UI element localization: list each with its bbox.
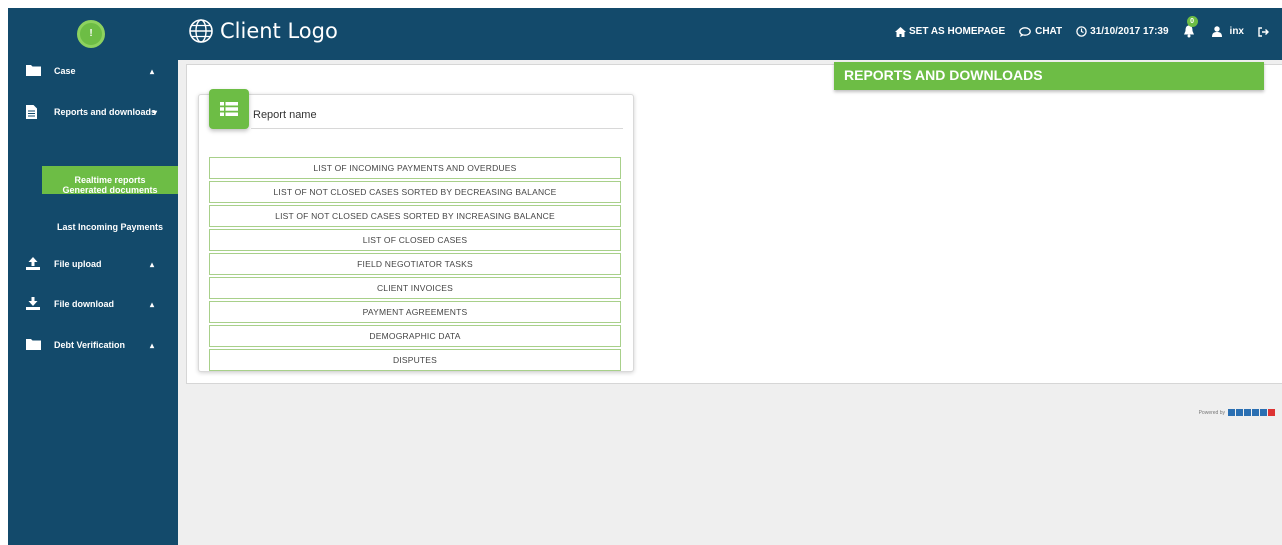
brand-logo xyxy=(1228,409,1276,416)
card-header: Report name xyxy=(253,109,317,121)
sidebar-item-label: File upload xyxy=(54,259,102,269)
list-glyph xyxy=(220,102,238,116)
user-icon xyxy=(1211,26,1222,37)
user-name: inx xyxy=(1229,26,1244,37)
caret-icon: ▴ xyxy=(150,259,155,269)
report-list: LIST OF INCOMING PAYMENTS AND OVERDUES L… xyxy=(209,157,621,373)
client-logo[interactable]: Client Logo xyxy=(188,18,338,44)
set-homepage-label: SET AS HOMEPAGE xyxy=(908,26,1006,37)
set-homepage-button[interactable]: SET AS HOMEPAGE xyxy=(894,26,1006,37)
list-icon xyxy=(209,89,249,129)
logout-icon xyxy=(1258,26,1269,37)
report-button-closed-cases[interactable]: LIST OF CLOSED CASES xyxy=(209,229,621,251)
sidebar-item-label: Debt Verification xyxy=(54,340,126,350)
logo-text: Client Logo xyxy=(220,19,338,43)
folder-icon xyxy=(26,65,41,76)
report-button-not-closed-increasing[interactable]: LIST OF NOT CLOSED CASES SORTED BY INCRE… xyxy=(209,205,621,227)
sidebar-item-file-download[interactable]: File download ▴ xyxy=(8,289,178,319)
powered-by[interactable]: Powered by xyxy=(1199,409,1276,416)
page-title: REPORTS AND DOWNLOADS xyxy=(834,62,1264,90)
powered-by-label: Powered by xyxy=(1198,409,1225,416)
document-icon xyxy=(26,105,37,119)
sidebar: ! Case ▴ Reports and downloads ▾ Realtim… xyxy=(8,8,178,545)
chat-label: CHAT xyxy=(1035,26,1063,37)
top-actions: SET AS HOMEPAGE CHAT 31/10/2017 17:39 0 … xyxy=(881,16,1272,38)
folder-icon xyxy=(26,339,41,350)
notification-badge: 0 xyxy=(1186,16,1198,27)
notifications-button[interactable]: 0 xyxy=(1183,16,1198,38)
report-button-incoming-payments[interactable]: LIST OF INCOMING PAYMENTS AND OVERDUES xyxy=(209,157,621,179)
report-button-disputes[interactable]: DISPUTES xyxy=(209,349,621,371)
user-menu[interactable]: inx xyxy=(1211,26,1244,37)
subitem-label: Last Incoming Payments xyxy=(56,222,164,232)
sidebar-subitem-last-incoming-payments[interactable]: Last Incoming Payments xyxy=(42,213,178,241)
report-button-payment-agreements[interactable]: PAYMENT AGREEMENTS xyxy=(209,301,621,323)
divider xyxy=(251,128,623,129)
globe-icon xyxy=(189,19,213,43)
sidebar-subitem-generated-documents[interactable]: Generated documents xyxy=(42,176,178,204)
report-button-client-invoices[interactable]: CLIENT INVOICES xyxy=(209,277,621,299)
caret-icon: ▾ xyxy=(153,107,158,117)
report-button-not-closed-decreasing[interactable]: LIST OF NOT CLOSED CASES SORTED BY DECRE… xyxy=(209,181,621,203)
logout-button[interactable] xyxy=(1258,26,1272,37)
caret-icon: ▴ xyxy=(150,340,155,350)
sidebar-item-file-upload[interactable]: File upload ▴ xyxy=(8,249,178,279)
home-icon xyxy=(894,26,906,37)
avatar[interactable]: ! xyxy=(77,20,105,48)
sidebar-item-reports[interactable]: Reports and downloads ▾ xyxy=(8,97,178,127)
caret-icon: ▴ xyxy=(150,299,155,309)
subitem-label: Generated documents xyxy=(62,185,158,195)
datetime-text: 31/10/2017 17:39 xyxy=(1090,26,1169,37)
datetime-display: 31/10/2017 17:39 xyxy=(1076,26,1169,37)
caret-icon: ▴ xyxy=(150,66,155,76)
chat-icon xyxy=(1019,26,1031,37)
top-bar: Client Logo SET AS HOMEPAGE CHAT 31/10/2… xyxy=(8,8,1282,60)
report-button-field-negotiator-tasks[interactable]: FIELD NEGOTIATOR TASKS xyxy=(209,253,621,275)
app-frame: Client Logo SET AS HOMEPAGE CHAT 31/10/2… xyxy=(8,8,1282,545)
sidebar-item-label: Reports and downloads xyxy=(54,107,157,117)
sidebar-item-case[interactable]: Case ▴ xyxy=(8,56,178,86)
download-icon xyxy=(26,297,40,310)
sidebar-item-label: Case xyxy=(54,66,76,76)
upload-icon xyxy=(26,257,40,270)
sidebar-item-label: File download xyxy=(54,299,114,309)
report-button-demographic-data[interactable]: DEMOGRAPHIC DATA xyxy=(209,325,621,347)
chat-button[interactable]: CHAT xyxy=(1019,26,1062,37)
report-card: Report name LIST OF INCOMING PAYMENTS AN… xyxy=(198,89,634,373)
sidebar-item-debt-verification[interactable]: Debt Verification ▴ xyxy=(8,330,178,360)
clock-icon xyxy=(1076,26,1087,37)
